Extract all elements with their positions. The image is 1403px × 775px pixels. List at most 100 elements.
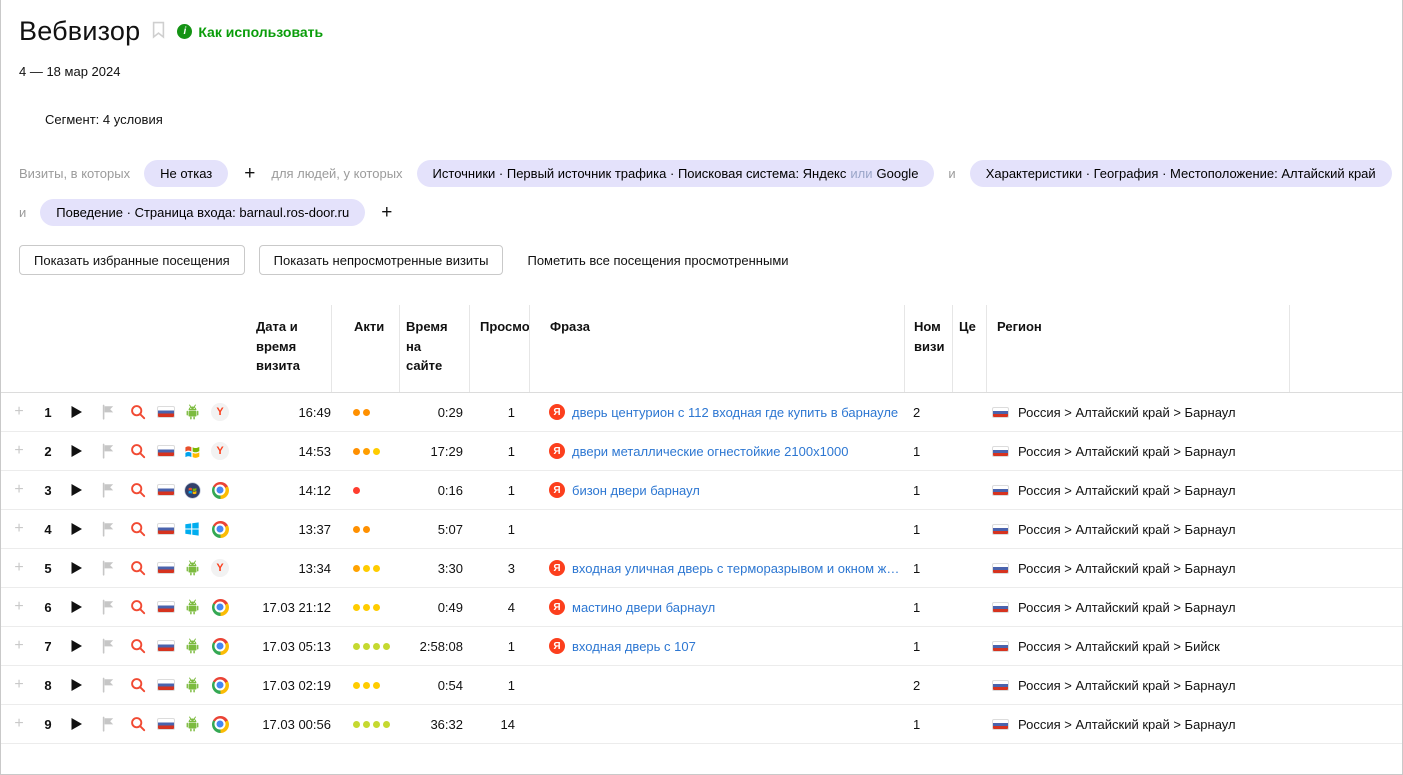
- favorite-flag-icon[interactable]: [93, 510, 123, 548]
- row-number: 4: [37, 510, 59, 548]
- favorite-flag-icon[interactable]: [93, 549, 123, 587]
- table-row: 1 16:49 0:29 1 дверь центурион с 112 вхо…: [1, 393, 1402, 432]
- add-visit-condition-button[interactable]: +: [242, 164, 257, 183]
- search-phrase-link[interactable]: входная уличная дверь с терморазрывом и …: [572, 561, 904, 576]
- search-phrase-cell: [529, 510, 904, 548]
- view-visit-magnifier-icon[interactable]: [123, 510, 153, 548]
- filter-chip-not-bounce[interactable]: Не отказ: [144, 160, 228, 187]
- country-flag-russia-icon: [153, 471, 179, 509]
- expand-row-icon[interactable]: [14, 520, 23, 538]
- goals-cell: [952, 471, 986, 509]
- expand-row-icon[interactable]: [14, 403, 23, 421]
- time-on-site: 0:16: [399, 471, 469, 509]
- view-visit-magnifier-icon[interactable]: [123, 471, 153, 509]
- activity-dots: [331, 549, 399, 587]
- play-visit-button[interactable]: [59, 588, 93, 626]
- play-visit-button[interactable]: [59, 627, 93, 665]
- search-phrase-link[interactable]: двери металлические огнестойкие 2100х100…: [572, 444, 849, 459]
- row-spacer: [1289, 510, 1402, 548]
- expand-row-icon[interactable]: [14, 559, 23, 577]
- views-count: 1: [469, 432, 529, 470]
- view-visit-magnifier-icon[interactable]: [123, 666, 153, 704]
- table-row: 7 17.03 05:13 2:58:08 1 входная дверь с …: [1, 627, 1402, 666]
- play-visit-button[interactable]: [59, 705, 93, 743]
- view-visit-magnifier-icon[interactable]: [123, 705, 153, 743]
- visit-number: 1: [904, 432, 952, 470]
- play-visit-button[interactable]: [59, 432, 93, 470]
- view-visit-magnifier-icon[interactable]: [123, 549, 153, 587]
- activity-dots: [331, 510, 399, 548]
- search-phrase-cell: двери металлические огнестойкие 2100х100…: [529, 432, 904, 470]
- row-number: 5: [37, 549, 59, 587]
- chrome-icon: [205, 510, 235, 548]
- table-row: 3 14:12 0:16 1 бизон двери барнаул 1 Рос…: [1, 471, 1402, 510]
- favorite-flag-icon[interactable]: [93, 627, 123, 665]
- view-visit-magnifier-icon[interactable]: [123, 432, 153, 470]
- yandex-icon: [549, 599, 565, 615]
- region-cell: Россия > Алтайский край > Барнаул: [986, 471, 1289, 509]
- filter-chip-traffic-source[interactable]: Источники · Первый источник трафика · По…: [417, 160, 935, 187]
- visit-number: 1: [904, 627, 952, 665]
- show-favorites-button[interactable]: Показать избранные посещения: [19, 245, 245, 275]
- visit-datetime: 17.03 05:13: [235, 627, 331, 665]
- favorite-flag-icon[interactable]: [93, 666, 123, 704]
- favorite-flag-icon[interactable]: [93, 588, 123, 626]
- views-count: 3: [469, 549, 529, 587]
- region-cell: Россия > Алтайский край > Барнаул: [986, 588, 1289, 626]
- views-count: 1: [469, 471, 529, 509]
- view-visit-magnifier-icon[interactable]: [123, 588, 153, 626]
- date-range-selector[interactable]: 4 — 18 мар 2024: [19, 64, 1402, 79]
- filter-chip-geography[interactable]: Характеристики · География · Местоположе…: [970, 160, 1392, 187]
- search-phrase-link[interactable]: дверь центурион с 112 входная где купить…: [572, 405, 898, 420]
- chrome-icon: [205, 588, 235, 626]
- play-visit-button[interactable]: [59, 510, 93, 548]
- filters-block: Визиты, в которых Не отказ + для людей, …: [19, 160, 1402, 226]
- visit-datetime: 17.03 02:19: [235, 666, 331, 704]
- table-row: 8 17.03 02:19 0:54 1 2 Россия > Алтайски…: [1, 666, 1402, 705]
- search-phrase-link[interactable]: бизон двери барнаул: [572, 483, 700, 498]
- search-phrase-link[interactable]: мастино двери барнаул: [572, 600, 715, 615]
- mark-all-viewed-button[interactable]: Пометить все посещения просмотренными: [517, 245, 798, 275]
- row-number: 8: [37, 666, 59, 704]
- search-phrase-cell: бизон двери барнаул: [529, 471, 904, 509]
- favorite-flag-icon[interactable]: [93, 705, 123, 743]
- favorite-flag-icon[interactable]: [93, 432, 123, 470]
- show-unviewed-button[interactable]: Показать непросмотренные визиты: [259, 245, 504, 275]
- expand-row-icon[interactable]: [14, 676, 23, 694]
- goals-cell: [952, 432, 986, 470]
- view-visit-magnifier-icon[interactable]: [123, 627, 153, 665]
- expand-row-icon[interactable]: [14, 715, 23, 733]
- expand-row-icon[interactable]: [14, 481, 23, 499]
- time-on-site: 5:07: [399, 510, 469, 548]
- activity-dots: [331, 588, 399, 626]
- expand-row-icon[interactable]: [14, 637, 23, 655]
- search-phrase-link[interactable]: входная дверь с 107: [572, 639, 696, 654]
- time-on-site: 2:58:08: [399, 627, 469, 665]
- time-on-site: 17:29: [399, 432, 469, 470]
- time-on-site: 3:30: [399, 549, 469, 587]
- source-chip-text: Источники · Первый источник трафика · По…: [433, 166, 847, 181]
- add-people-condition-button[interactable]: +: [379, 203, 394, 222]
- expand-row-icon[interactable]: [14, 598, 23, 616]
- segment-selector[interactable]: Сегмент: 4 условия: [45, 112, 1402, 127]
- header-spacer: [1289, 305, 1402, 392]
- play-visit-button[interactable]: [59, 549, 93, 587]
- play-visit-button[interactable]: [59, 666, 93, 704]
- table-row: 5 13:34 3:30 3 входная уличная дверь с т…: [1, 549, 1402, 588]
- android-icon: [179, 705, 205, 743]
- help-link[interactable]: Как использовать: [198, 24, 323, 40]
- favorite-flag-icon[interactable]: [93, 471, 123, 509]
- favorite-flag-icon[interactable]: [93, 393, 123, 431]
- visit-datetime: 14:12: [235, 471, 331, 509]
- webvisor-page: Вебвизор Как использовать 4 — 18 мар 202…: [0, 0, 1403, 775]
- android-icon: [179, 393, 205, 431]
- play-visit-button[interactable]: [59, 471, 93, 509]
- play-visit-button[interactable]: [59, 393, 93, 431]
- region-flag-russia-icon: [992, 680, 1009, 691]
- filter-chip-entry-page[interactable]: Поведение · Страница входа: barnaul.ros-…: [40, 199, 365, 226]
- expand-row-icon[interactable]: [14, 442, 23, 460]
- bookmark-icon[interactable]: [151, 21, 166, 42]
- view-visit-magnifier-icon[interactable]: [123, 393, 153, 431]
- people-filter-label: для людей, у которых: [271, 166, 402, 181]
- row-spacer: [1289, 666, 1402, 704]
